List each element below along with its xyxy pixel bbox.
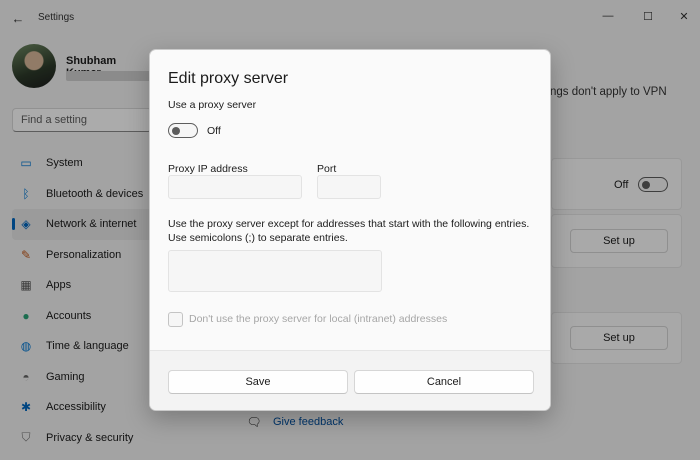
proxy-ip-label: Proxy IP address [168,163,248,175]
exceptions-input[interactable] [168,250,382,292]
local-bypass-label: Don't use the proxy server for local (in… [189,313,448,325]
port-input[interactable] [317,175,381,199]
port-label: Port [317,163,337,175]
use-proxy-toggle[interactable] [168,123,198,138]
exceptions-description-line2: Use semicolons (;) to separate entries. [168,232,348,244]
edit-proxy-dialog: Edit proxy server Use a proxy server Off… [149,49,551,411]
local-bypass-checkbox[interactable] [168,312,183,327]
dialog-footer: Save Cancel [150,350,550,410]
proxy-ip-input[interactable] [168,175,302,199]
exceptions-description-line1: Use the proxy server except for addresse… [168,218,530,230]
use-proxy-state: Off [207,125,221,137]
use-proxy-label: Use a proxy server [168,99,257,111]
dialog-title: Edit proxy server [168,70,289,87]
cancel-button[interactable]: Cancel [354,370,534,394]
save-button[interactable]: Save [168,370,348,394]
